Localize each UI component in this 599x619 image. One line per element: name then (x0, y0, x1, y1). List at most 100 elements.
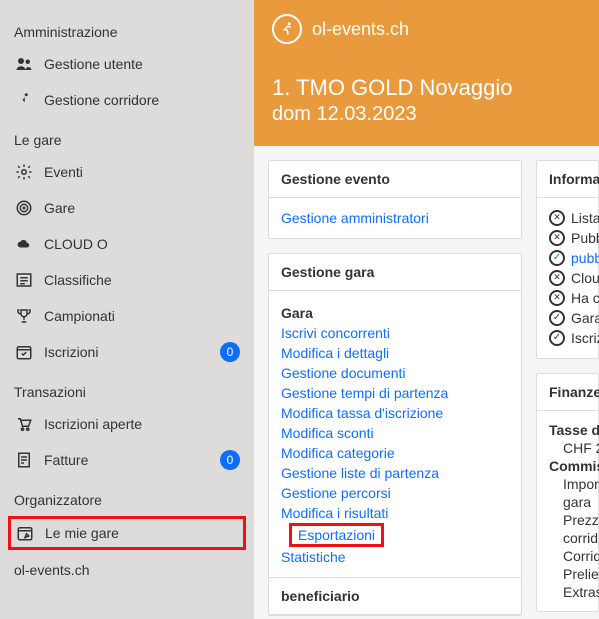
info-text: Gara (571, 310, 599, 326)
target-icon (14, 198, 34, 218)
card-title: Gestione gara (269, 254, 521, 291)
info-text: Iscriz (571, 330, 599, 346)
link-gestione-amministratori[interactable]: Gestione amministratori (281, 208, 509, 228)
link-statistiche[interactable]: Statistiche (281, 547, 509, 567)
sidebar-item-classifiche[interactable]: Classifiche (0, 262, 254, 298)
x-icon (549, 270, 565, 286)
card-gestione-evento: Gestione evento Gestione amministratori (268, 160, 522, 239)
sidebar-item-label: Gare (44, 200, 240, 216)
sidebar-item-label: CLOUD O (44, 236, 240, 252)
check-icon (549, 310, 565, 326)
finance-commiss: Commissi (549, 457, 586, 475)
main: ol-events.ch 1. TMO GOLD Novaggio dom 12… (254, 0, 599, 619)
link-iscrivi-concorrenti[interactable]: Iscrivi concorrenti (281, 323, 509, 343)
badge-count: 0 (220, 342, 240, 362)
link-tempi-partenza[interactable]: Gestione tempi di partenza (281, 383, 509, 403)
sidebar-section-organizzatore: Organizzatore (0, 478, 254, 514)
sidebar-item-label: Gestione utente (44, 56, 240, 72)
sidebar-item-label: Eventi (44, 164, 240, 180)
sidebar-section-transazioni: Transazioni (0, 370, 254, 406)
cloud-icon (14, 234, 34, 254)
finance-line: Corrid (549, 547, 586, 565)
sidebar-item-le-mie-gare[interactable]: Le mie gare (8, 516, 246, 550)
link-gestione-percorsi[interactable]: Gestione percorsi (281, 483, 509, 503)
card-informazioni: Informaz Lista Pubb pubb Clou Ha c Gara … (536, 160, 599, 359)
x-icon (549, 290, 565, 306)
finance-line: Prezzo (549, 511, 586, 529)
info-row: Ha c (549, 288, 586, 308)
runner-logo-icon (272, 14, 302, 44)
runner-icon (14, 90, 34, 110)
sidebar-item-gare[interactable]: Gare (0, 190, 254, 226)
info-row: Pubb (549, 228, 586, 248)
finance-line: Impor (549, 475, 586, 493)
sidebar: Amministrazione Gestione utente Gestione… (0, 0, 254, 619)
sidebar-section-gare: Le gare (0, 118, 254, 154)
info-link[interactable]: pubb (571, 250, 599, 266)
link-gestione-documenti[interactable]: Gestione documenti (281, 363, 509, 383)
receipt-icon (14, 450, 34, 470)
sidebar-item-fatture[interactable]: Fatture 0 (0, 442, 254, 478)
link-modifica-sconti[interactable]: Modifica sconti (281, 423, 509, 443)
gara-heading: Gara (281, 301, 509, 323)
list-icon (14, 270, 34, 290)
check-icon (549, 330, 565, 346)
link-modifica-dettagli[interactable]: Modifica i dettagli (281, 343, 509, 363)
sidebar-item-label: Iscrizioni aperte (44, 416, 240, 432)
content: Gestione evento Gestione amministratori … (254, 146, 599, 619)
finance-line: corrid (549, 529, 586, 547)
x-icon (549, 230, 565, 246)
finance-chf: CHF 2 (549, 439, 586, 457)
card-finanze: Finanze Tasse di CHF 2 Commissi Impor ga… (536, 373, 599, 612)
calendar-edit-icon (15, 523, 35, 543)
sidebar-item-gestione-utente[interactable]: Gestione utente (0, 46, 254, 82)
sidebar-item-cloudo[interactable]: CLOUD O (0, 226, 254, 262)
sidebar-item-label: Gestione corridore (44, 92, 240, 108)
info-row: Gara (549, 308, 586, 328)
info-row: Lista (549, 208, 586, 228)
page-subtitle: dom 12.03.2023 (272, 103, 581, 126)
card-title: Finanze (537, 374, 598, 411)
badge-count: 0 (220, 450, 240, 470)
x-icon (549, 210, 565, 226)
sidebar-item-label: Fatture (44, 452, 220, 468)
sidebar-section-admin: Amministrazione (0, 10, 254, 46)
link-modifica-categorie[interactable]: Modifica categorie (281, 443, 509, 463)
sidebar-item-eventi[interactable]: Eventi (0, 154, 254, 190)
info-text: Clou (571, 270, 599, 286)
link-modifica-risultati[interactable]: Modifica i risultati (281, 503, 509, 523)
finance-line: Extras (549, 583, 586, 601)
card-title: Gestione evento (269, 161, 521, 198)
check-icon (549, 250, 565, 266)
info-text: Pubb (571, 230, 599, 246)
sidebar-item-iscrizioni-aperte[interactable]: Iscrizioni aperte (0, 406, 254, 442)
brand[interactable]: ol-events.ch (272, 14, 581, 44)
link-tassa-iscrizione[interactable]: Modifica tassa d'iscrizione (281, 403, 509, 423)
hero: ol-events.ch 1. TMO GOLD Novaggio dom 12… (254, 0, 599, 146)
brand-name: ol-events.ch (312, 19, 409, 40)
gear-icon (14, 162, 34, 182)
users-icon (14, 54, 34, 74)
info-row[interactable]: pubb (549, 248, 586, 268)
calendar-check-icon (14, 342, 34, 362)
finance-line: Preliev (549, 565, 586, 583)
info-text: Lista (571, 210, 599, 226)
page-title: 1. TMO GOLD Novaggio (272, 74, 581, 103)
sidebar-item-iscrizioni[interactable]: Iscrizioni 0 (0, 334, 254, 370)
finance-heading: Tasse di (549, 421, 586, 439)
sidebar-item-label: Classifiche (44, 272, 240, 288)
finance-line: gara (549, 493, 586, 511)
sidebar-item-gestione-corridore[interactable]: Gestione corridore (0, 82, 254, 118)
link-liste-partenza[interactable]: Gestione liste di partenza (281, 463, 509, 483)
sidebar-item-label: Iscrizioni (44, 344, 220, 360)
sidebar-item-label: Campionati (44, 308, 240, 324)
cart-icon (14, 414, 34, 434)
card-subtitle-beneficiario: beneficiario (269, 577, 521, 615)
card-title: Informaz (537, 161, 598, 198)
sidebar-item-campionati[interactable]: Campionati (0, 298, 254, 334)
sidebar-footer: ol-events.ch (0, 552, 254, 588)
info-row: Iscriz (549, 328, 586, 348)
card-gestione-gara: Gestione gara Gara Iscrivi concorrenti M… (268, 253, 522, 616)
link-esportazioni[interactable]: Esportazioni (289, 523, 384, 547)
info-text: Ha c (571, 290, 599, 306)
